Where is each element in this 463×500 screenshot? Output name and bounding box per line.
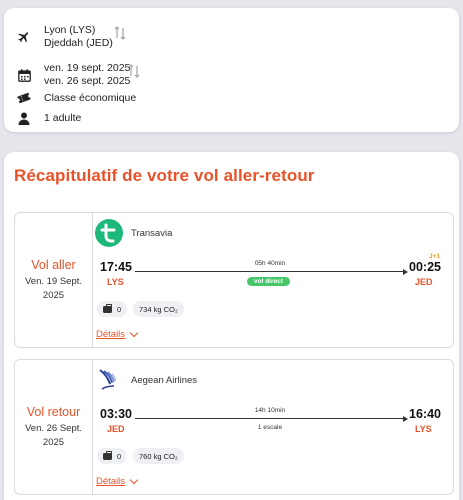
leg-date-line1: Ven. 26 Sept. — [24, 422, 83, 434]
ticket-icon — [16, 90, 32, 106]
chevron-down-icon — [129, 475, 139, 484]
day-offset-badge: J+1 — [429, 253, 441, 260]
swap-icon[interactable] — [114, 26, 128, 42]
leg-date-line2: 2025 — [42, 436, 65, 448]
flight-recap-card: Récapitulatif de votre vol aller-retour … — [4, 152, 459, 500]
route-arrow-icon — [403, 268, 408, 275]
details-link[interactable]: Détails — [96, 475, 139, 487]
destination-text: Djeddah (JED) — [44, 37, 113, 49]
flight-duration: 14h 10min — [254, 407, 286, 414]
direct-badge: vol direct — [247, 277, 290, 286]
cabin-row[interactable]: Classe économique — [16, 90, 136, 106]
departure-time: 17:45 — [100, 260, 132, 274]
arrival-airport: LYS — [415, 424, 432, 434]
airline-name: Transavia — [131, 227, 173, 239]
co2-pill: 734 kg CO₂ — [133, 301, 184, 317]
details-label: Détails — [96, 329, 126, 340]
calendar-icon — [16, 67, 32, 83]
leg-direction: Vol retour — [26, 404, 81, 419]
return-date-text: ven. 26 sept. 2025 — [44, 75, 131, 87]
depart-date-text: ven. 19 sept. 2025 — [44, 62, 131, 74]
route-line — [135, 271, 405, 272]
co2-pill: 760 kg CO₂ — [133, 448, 184, 464]
dates-row[interactable]: ven. 19 sept. 2025 ven. 26 sept. 2025 — [16, 62, 130, 88]
departure-time: 03:30 — [100, 407, 132, 421]
cabin-text: Classe économique — [44, 91, 137, 104]
airline-info: Transavia — [95, 219, 172, 247]
details-label: Détails — [96, 476, 126, 487]
airline-info: Aegean Airlines — [95, 366, 197, 394]
co2-value: 760 kg CO₂ — [139, 451, 178, 461]
return-leg-card[interactable]: Vol retour Ven. 26 Sept. 2025 Aegean Air… — [14, 359, 454, 495]
transavia-logo — [95, 219, 123, 247]
search-summary-card[interactable]: Lyon (LYS) Djeddah (JED) ven. 19 sept. 2… — [4, 8, 459, 132]
flight-duration: 05h 40min — [254, 260, 286, 267]
route-arrow-icon — [403, 415, 408, 422]
arrival-time: 00:25 — [409, 260, 441, 274]
baggage-pill: 0 — [97, 448, 128, 464]
outbound-leg-card[interactable]: Vol aller Ven. 19 Sept. 2025 Transavia 1… — [14, 212, 454, 348]
leg-direction: Vol aller — [31, 257, 76, 272]
bag-count: 0 — [117, 451, 122, 461]
departure-airport: JED — [107, 424, 125, 434]
origin-text: Lyon (LYS) — [44, 24, 96, 36]
route-row[interactable]: Lyon (LYS) Djeddah (JED) — [16, 24, 113, 50]
leg-summary: Vol retour Ven. 26 Sept. 2025 — [15, 360, 93, 494]
stops-label: 1 escale — [257, 424, 283, 431]
arrival-airport: JED — [415, 277, 433, 287]
aegean-logo — [95, 366, 123, 394]
person-icon — [16, 110, 32, 126]
chevron-down-icon — [129, 328, 139, 337]
leg-summary: Vol aller Ven. 19 Sept. 2025 — [15, 213, 93, 347]
plane-icon — [16, 29, 32, 45]
co2-value: 734 kg CO₂ — [139, 304, 178, 314]
baggage-pill: 0 — [97, 301, 128, 317]
route-line — [135, 418, 405, 419]
leg-date-line1: Ven. 19 Sept. — [24, 275, 83, 287]
bag-count: 0 — [117, 304, 122, 314]
details-link[interactable]: Détails — [96, 328, 139, 340]
recap-title: Récapitulatif de votre vol aller-retour — [14, 166, 315, 185]
leg-date-line2: 2025 — [42, 289, 65, 301]
arrival-time: 16:40 — [409, 407, 441, 421]
bag-icon — [103, 303, 112, 313]
passengers-text: 1 adulte — [44, 111, 82, 124]
swap-dates-icon[interactable] — [128, 64, 142, 80]
bag-icon — [103, 450, 112, 460]
passengers-row[interactable]: 1 adulte — [16, 110, 81, 126]
departure-airport: LYS — [107, 277, 124, 287]
airline-name: Aegean Airlines — [131, 374, 198, 386]
